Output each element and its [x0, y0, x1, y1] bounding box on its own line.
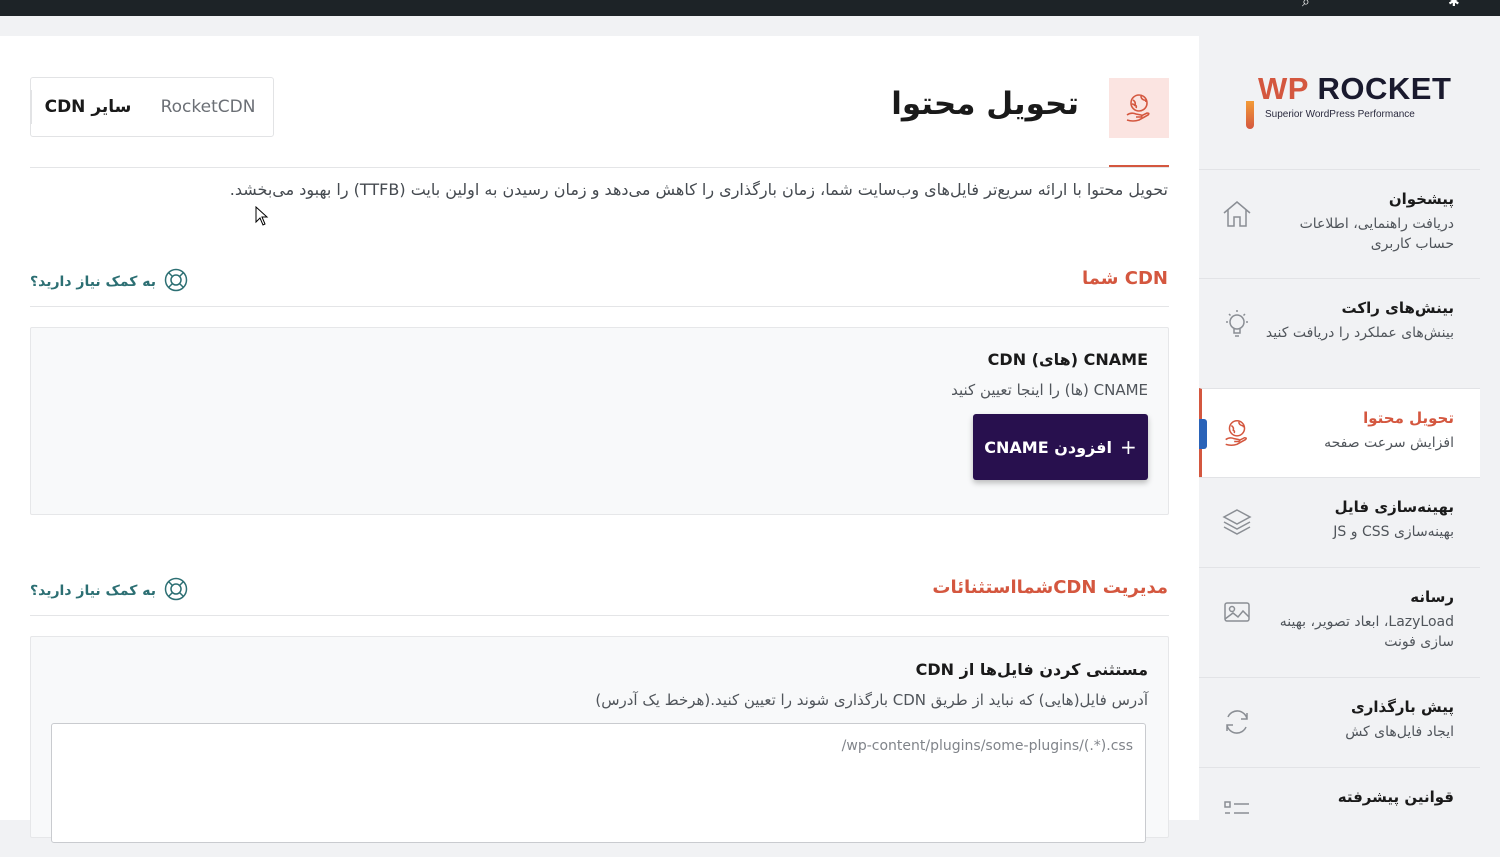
lifebuoy-icon: [164, 577, 188, 605]
section-title-cdn: CDN شما: [1081, 268, 1168, 289]
sidebar: WP ROCKET Superior WordPress Performance…: [1199, 16, 1500, 820]
globe-hand-icon: [1225, 420, 1247, 446]
sidebar-item-cdn[interactable]: تحویل محتوا افزایش سرعت صفحه: [1199, 388, 1480, 477]
sidebar-item-file-optimization[interactable]: بهینه‌سازی فایل بهینه‌سازی CSS و JS: [1199, 477, 1480, 567]
cname-field-desc: CNAME (ها) را اینجا تعیین کنید: [951, 381, 1148, 399]
cname-field-label: CNAME (های) CDN: [987, 350, 1148, 369]
sidebar-item-preload[interactable]: پیش بارگذاری ایجاد فایل‌های کش: [1199, 677, 1480, 767]
image-icon: [1224, 602, 1250, 622]
sidebar-item-subtitle: LazyLoad، ابعاد تصویر، بهینه سازی فونت: [1279, 614, 1454, 650]
sidebar-item-media[interactable]: رسانه LazyLoad، ابعاد تصویر، بهینه سازی …: [1199, 567, 1480, 657]
section-title-exclusions: مدیریت CDNشمااستثنائات: [932, 577, 1168, 598]
sidebar-item-title: بینش‌های راکت: [1341, 299, 1454, 317]
sidebar-item-title: رسانه: [1410, 588, 1454, 606]
tab-rocketcdn[interactable]: RocketCDN: [144, 78, 272, 136]
help-label: به کمک نیاز دارید؟: [30, 274, 157, 290]
sidebar-item-subtitle: ایجاد فایل‌های کش: [1345, 724, 1454, 740]
add-cname-button[interactable]: + افزودن CNAME: [973, 414, 1148, 480]
lifebuoy-icon: [164, 268, 188, 296]
logo-rocket: ROCKET: [1308, 71, 1452, 106]
help-link-cdn[interactable]: به کمک نیاز دارید؟: [30, 268, 188, 296]
active-indicator: [1199, 419, 1207, 449]
sidebar-item-advanced-rules[interactable]: قوانین پیشرفته: [1199, 767, 1480, 857]
lightbulb-icon: [1226, 310, 1248, 337]
header-divider: [30, 167, 1169, 168]
help-label: به کمک نیاز دارید؟: [30, 583, 157, 599]
refresh-icon: [1226, 710, 1248, 734]
exclusions-field-desc: آدرس فایل(هایی) که نباید از طریق CDN بار…: [595, 691, 1148, 709]
add-cname-label: افزودن CNAME: [984, 437, 1112, 457]
sidebar-item-title: پیش بارگذاری: [1351, 698, 1454, 716]
page-title: تحویل محتوا: [891, 86, 1079, 122]
sidebar-item-title: پیشخوان: [1388, 190, 1454, 208]
section-divider: [30, 615, 1169, 616]
sidebar-item-subtitle: دریافت راهنمایی، اطلاعات حساب کاربری: [1299, 216, 1454, 252]
sidebar-item-subtitle: بینش‌های عملکرد را دریافت کنید: [1265, 325, 1454, 341]
search-icon[interactable]: ⌕: [1302, 0, 1310, 10]
sidebar-item-subtitle: افزایش سرعت صفحه: [1324, 435, 1454, 451]
sidebar-item-title: بهینه‌سازی فایل: [1334, 498, 1454, 516]
globe-hand-icon: [1109, 78, 1169, 138]
page-description: تحویل محتوا با ارائه سریع‌تر فایل‌های وب…: [229, 180, 1168, 199]
sidebar-item-title: تحویل محتوا: [1363, 409, 1454, 427]
wp-admin-bar: ⌕ ✱: [0, 0, 1500, 16]
help-link-exclusions[interactable]: به کمک نیاز دارید؟: [30, 577, 188, 605]
logo-tagline: Superior WordPress Performance: [1265, 109, 1415, 120]
rocket-flame-icon: [1246, 101, 1254, 129]
tab-other-cdn[interactable]: سایر CDN: [32, 78, 144, 136]
exclusions-card: مستثنی کردن فایل‌ها از CDN آدرس فایل(های…: [30, 636, 1169, 843]
cname-card: CNAME (های) CDN CNAME (ها) را اینجا تعیی…: [30, 327, 1169, 515]
list-icon: [1224, 801, 1249, 814]
layers-icon: [1222, 509, 1252, 535]
section-divider: [30, 306, 1169, 307]
gear-icon[interactable]: ✱: [1448, 0, 1460, 10]
plus-icon: +: [1119, 435, 1137, 459]
cdn-tabs: RocketCDN سایر CDN: [30, 77, 274, 137]
mouse-cursor-icon: [255, 206, 269, 226]
wp-rocket-logo: WP ROCKET Superior WordPress Performance: [1236, 71, 1451, 131]
exclusions-field-label: مستثنی کردن فایل‌ها از CDN: [915, 660, 1148, 679]
sidebar-item-subtitle: بهینه‌سازی CSS و JS: [1333, 524, 1454, 540]
home-icon: [1223, 201, 1251, 227]
exclusions-textarea[interactable]: [51, 723, 1146, 843]
sidebar-item-insights[interactable]: بینش‌های راکت بینش‌های عملکرد را دریافت …: [1199, 278, 1480, 368]
sidebar-item-dashboard[interactable]: پیشخوان دریافت راهنمایی، اطلاعات حساب کا…: [1199, 169, 1480, 259]
logo-wp: WP: [1258, 71, 1309, 106]
sidebar-item-title: قوانین پیشرفته: [1337, 788, 1454, 806]
main-panel: RocketCDN سایر CDN تحویل محتوا تحویل محت…: [0, 36, 1199, 843]
